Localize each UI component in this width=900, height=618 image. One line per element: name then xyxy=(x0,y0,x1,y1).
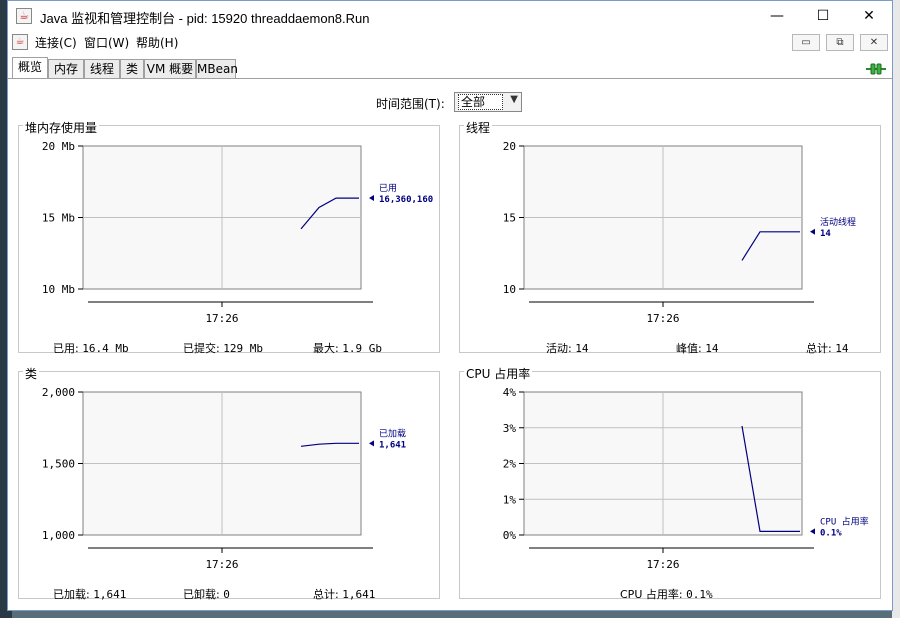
y-tick-label: 1,500 xyxy=(42,458,75,471)
internal-close-button[interactable]: ✕ xyxy=(860,34,888,51)
y-tick-label: 3% xyxy=(503,422,517,435)
series-end-marker xyxy=(810,528,815,535)
java-app-icon: ☕ xyxy=(16,8,32,24)
series-end-marker xyxy=(369,195,374,202)
y-tick-label: 10 xyxy=(503,283,516,296)
y-tick-label: 15 xyxy=(503,212,516,225)
stat-label: 总计: xyxy=(313,588,343,601)
menu-window[interactable]: 窗口(W) xyxy=(84,34,129,51)
internal-minimize-button[interactable]: ▭ xyxy=(792,34,820,51)
tab-overview[interactable]: 概览 xyxy=(12,57,48,79)
y-tick-label: 20 Mb xyxy=(42,140,75,153)
stat-1: 已加载: 1,641 xyxy=(53,586,126,602)
y-tick-label: 1,000 xyxy=(42,529,75,542)
y-tick-label: 2,000 xyxy=(42,386,75,399)
desktop-background-right xyxy=(892,0,900,618)
java-doc-icon[interactable]: ☕ xyxy=(12,34,28,50)
tab-classes[interactable]: 类 xyxy=(120,59,144,79)
stat-value: 0 xyxy=(223,588,230,601)
stat-value: 14 xyxy=(835,342,849,355)
series-name: CPU 占用率 xyxy=(820,515,869,527)
title-bar[interactable]: ☕ Java 监视和管理控制台 - pid: 15920 threaddaemo… xyxy=(8,1,892,31)
tab-threads[interactable]: 线程 xyxy=(84,59,120,79)
series-value: 16,360,160 xyxy=(379,195,433,205)
stat-label: 已卸载: xyxy=(183,588,224,601)
stat-1: 活动: 14 xyxy=(546,340,588,356)
y-tick-label: 4% xyxy=(503,386,517,399)
stat-2: 已卸载: 0 xyxy=(183,586,230,602)
series-name: 活动线程 xyxy=(820,216,856,228)
stat-2: 已提交: 129 Mb xyxy=(183,340,263,356)
stat-value: 1.9 Gb xyxy=(342,342,382,355)
stat-label: 已提交: xyxy=(183,342,224,355)
y-tick-label: 0% xyxy=(503,529,517,542)
series-value: 0.1% xyxy=(820,528,842,538)
tab-memory[interactable]: 内存 xyxy=(48,59,84,79)
stat-value: 14 xyxy=(705,342,719,355)
internal-restore-button[interactable]: ⧉ xyxy=(826,34,854,51)
menu-help[interactable]: 帮助(H) xyxy=(136,34,178,51)
stat-1: CPU 占用率: 0.1% xyxy=(620,586,713,602)
cpu-usage-panel: CPU 占用率 4% 3% 2% 1% 0% 17:26 CPU 占用率 0.1% CPU 占… xyxy=(459,365,881,602)
minimize-button[interactable]: — xyxy=(754,1,800,31)
connection-status-icon xyxy=(866,63,886,75)
x-tick-label: 17:26 xyxy=(646,312,679,325)
series-name: 已用 xyxy=(379,183,397,194)
series-value: 14 xyxy=(820,229,831,239)
maximize-button[interactable]: ☐ xyxy=(800,1,846,31)
x-tick-label: 17:26 xyxy=(646,558,679,571)
y-tick-label: 15 Mb xyxy=(42,212,75,225)
y-tick-label: 10 Mb xyxy=(42,283,75,296)
series-end-marker xyxy=(369,440,374,447)
stat-value: 14 xyxy=(575,342,589,355)
stat-value: 0.1% xyxy=(686,588,713,601)
tab-mbean[interactable]: MBean xyxy=(196,59,238,79)
heap-memory-panel: 堆内存使用量 20 Mb 15 Mb 10 Mb 17:26 已用 16,360,160 … xyxy=(18,119,440,356)
chevron-down-icon: ▼ xyxy=(510,94,518,105)
main-content: 概览 内存 线程 类 VM 概要 MBean 时间范围(T): 全部 ▼ 堆内存… xyxy=(8,53,892,610)
menu-bar: ☕ 连接(C) 窗口(W) 帮助(H) ▭ ⧉ ✕ xyxy=(8,31,892,53)
y-tick-label: 20 xyxy=(503,140,516,153)
series-value: 1,641 xyxy=(379,440,406,450)
classes-chart: 2,000 1,500 1,000 17:26 已加载1,641 xyxy=(42,386,406,571)
threads-chart: 20 15 10 17:26 活动线程14 xyxy=(503,140,856,325)
jconsole-window: ☕ Java 监视和管理控制台 - pid: 15920 threaddaemo… xyxy=(7,0,893,611)
stat-label: 已用: xyxy=(53,342,83,355)
x-tick-label: 17:26 xyxy=(205,558,238,571)
stat-value: 1,641 xyxy=(93,588,127,601)
classes-panel: 类 2,000 1,500 1,000 17:26 已加载 1,641 已加载: 1,64… xyxy=(18,365,440,602)
menu-connection[interactable]: 连接(C) xyxy=(35,34,77,51)
stat-label: 活动: xyxy=(546,342,576,355)
series-name: 已加载 xyxy=(379,427,406,439)
stat-3: 总计: 14 xyxy=(806,340,848,356)
stat-label: 最大: xyxy=(313,342,343,355)
stat-value: 129 Mb xyxy=(223,342,263,355)
stat-1: 已用: 16.4 Mb xyxy=(53,340,129,356)
stat-3: 最大: 1.9 Gb xyxy=(313,340,382,356)
stat-label: CPU 占用率: xyxy=(620,588,687,601)
stat-label: 峰值: xyxy=(676,342,706,355)
window-title: Java 监视和管理控制台 - pid: 15920 threaddaemon8… xyxy=(40,11,370,26)
threads-panel: 线程 20 15 10 17:26 活动线程 14 活动: 14 峰值: 14 总计: 14 xyxy=(459,119,881,356)
x-tick-label: 17:26 xyxy=(205,312,238,325)
stat-value: 1,641 xyxy=(342,588,376,601)
time-range-label: 时间范围(T): xyxy=(376,97,445,111)
y-tick-label: 1% xyxy=(503,493,517,506)
stat-label: 总计: xyxy=(806,342,836,355)
time-range-value: 全部 xyxy=(458,94,503,110)
close-button[interactable]: ✕ xyxy=(846,1,892,31)
time-range-select[interactable]: 全部 ▼ xyxy=(454,92,522,112)
stat-label: 已加载: xyxy=(53,588,94,601)
series-end-marker xyxy=(810,228,815,235)
y-tick-label: 2% xyxy=(503,458,517,471)
heap-memory-chart: 20 Mb 15 Mb 10 Mb 17:26 已用16,360,160 xyxy=(42,140,433,325)
stat-3: 总计: 1,641 xyxy=(313,586,375,602)
stat-value: 16.4 Mb xyxy=(82,342,129,355)
cpu-usage-chart: 4% 3% 2% 1% 0% 17:26 CPU 占用率0.1% xyxy=(503,386,869,571)
stat-2: 峰值: 14 xyxy=(676,340,718,356)
tab-divider xyxy=(8,78,892,79)
tab-vm-summary[interactable]: VM 概要 xyxy=(144,59,196,79)
